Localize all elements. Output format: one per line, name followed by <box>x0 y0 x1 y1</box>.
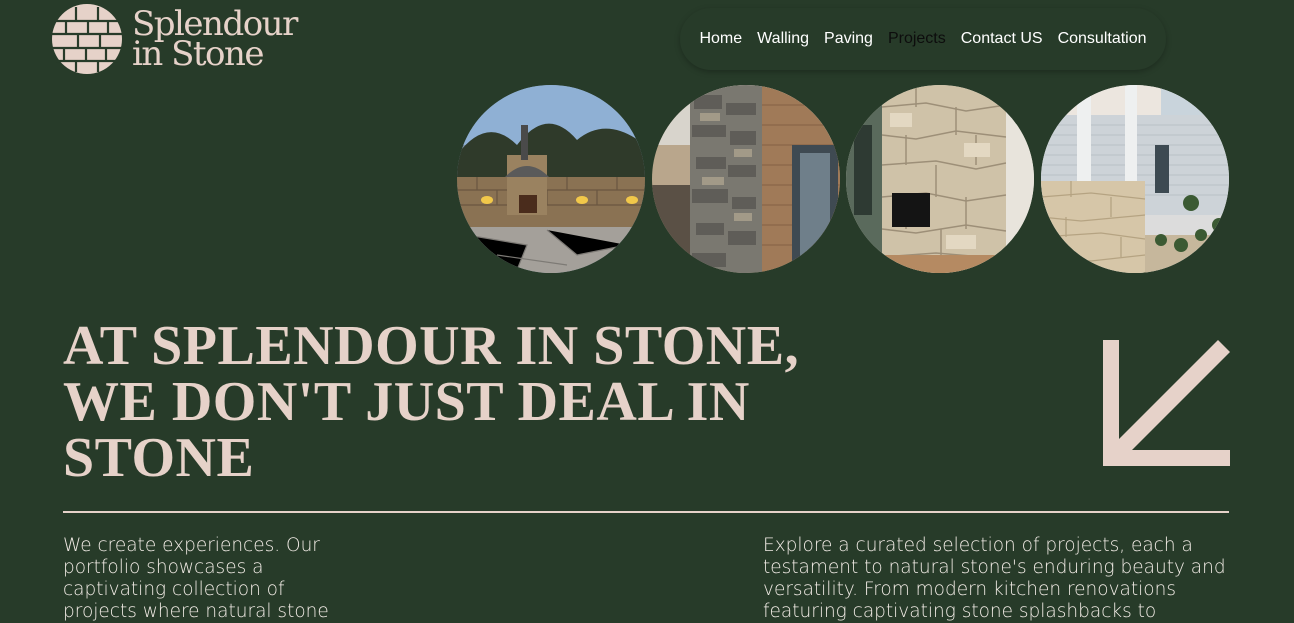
nav-contact-us[interactable]: Contact US <box>961 30 1043 48</box>
main-nav: Home Walling Paving Projects Contact US … <box>680 8 1166 70</box>
intro-left-paragraph: We create experiences. Our portfolio sho… <box>63 535 329 622</box>
hero-heading: AT SPLENDOUR IN STONE, WE DON'T JUST DEA… <box>63 318 903 486</box>
section-divider <box>63 511 1229 513</box>
hero-line-1: AT SPLENDOUR IN STONE, <box>63 315 800 377</box>
stone-wall-circle-icon <box>52 4 122 74</box>
brand-logo[interactable]: Splendour in Stone <box>52 4 302 74</box>
hero-line-3: STONE <box>63 427 255 489</box>
intro-right-paragraph: Explore a curated selection of projects,… <box>763 535 1226 622</box>
nav-projects[interactable]: Projects <box>888 30 946 48</box>
gallery-image-pizza-oven[interactable] <box>457 85 645 273</box>
gallery-image-stone-fireplace[interactable] <box>846 85 1034 273</box>
arrow-down-left-icon <box>1103 340 1230 466</box>
nav-home[interactable]: Home <box>699 30 742 48</box>
nav-paving[interactable]: Paving <box>824 30 873 48</box>
gallery-image-stone-veranda[interactable] <box>1041 85 1229 273</box>
hero-line-2: WE DON'T JUST DEAL IN <box>63 371 750 433</box>
nav-consultation[interactable]: Consultation <box>1058 30 1147 48</box>
gallery-image-stone-pillar[interactable] <box>652 85 840 273</box>
brand-name: Splendour in Stone <box>132 7 298 71</box>
nav-walling[interactable]: Walling <box>757 30 809 48</box>
